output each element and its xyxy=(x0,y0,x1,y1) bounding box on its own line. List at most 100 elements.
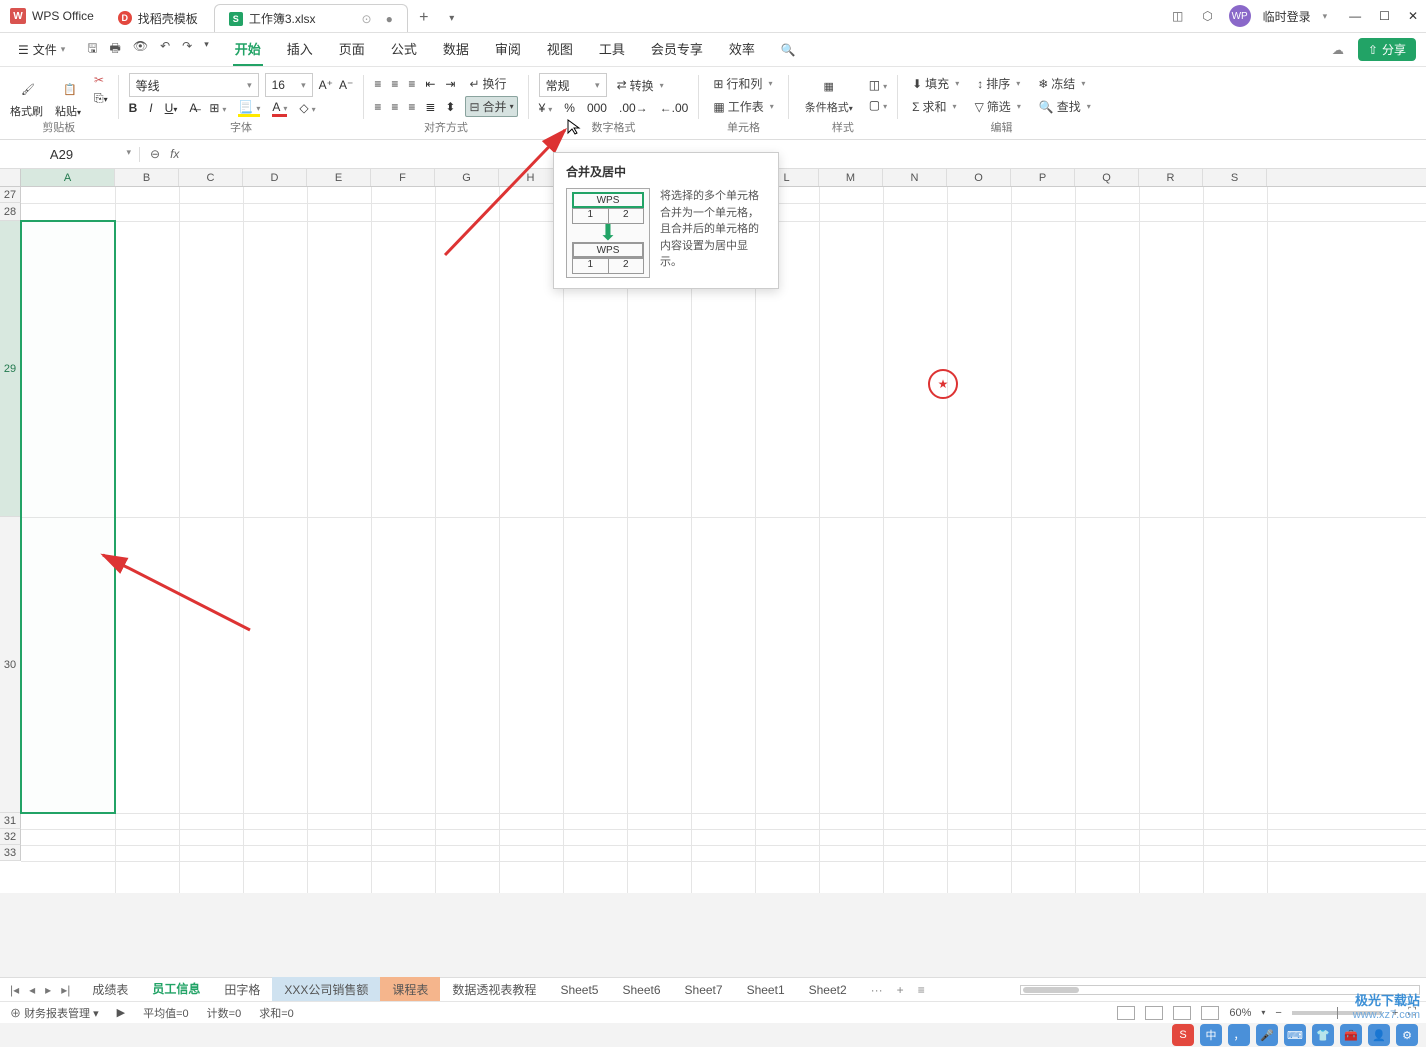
increase-font-icon[interactable]: A⁺ xyxy=(319,78,333,92)
filter-button[interactable]: ▽筛选 xyxy=(971,96,1025,117)
record-icon[interactable]: ▶ xyxy=(117,1006,125,1019)
row-header-28[interactable]: 28 xyxy=(0,203,21,221)
report-manager[interactable]: ⊕ 财务报表管理 ▾ xyxy=(10,1005,99,1021)
col-header-M[interactable]: M xyxy=(819,169,883,186)
row-header-30[interactable]: 30 xyxy=(0,517,21,813)
col-header-D[interactable]: D xyxy=(243,169,307,186)
fx-label[interactable]: fx xyxy=(170,147,179,161)
col-header-P[interactable]: P xyxy=(1011,169,1075,186)
rowcol-button[interactable]: ⊞行和列 xyxy=(709,73,776,94)
close-icon[interactable]: ✕ xyxy=(1408,9,1418,23)
ime-settings-icon[interactable]: ⚙ xyxy=(1396,1024,1418,1046)
cells-area[interactable] xyxy=(21,187,1426,893)
redo-icon[interactable]: ↷ xyxy=(182,39,192,60)
sheet-tab[interactable]: 成绩表 xyxy=(80,977,140,1002)
align-bottom-icon[interactable]: ≡ xyxy=(408,77,415,91)
clear-format-icon[interactable]: ◇ xyxy=(299,101,315,115)
ime-skin-icon[interactable]: 👕 xyxy=(1312,1024,1334,1046)
col-header-F[interactable]: F xyxy=(371,169,435,186)
tab-close-icon[interactable]: ● xyxy=(386,12,393,26)
col-header-N[interactable]: N xyxy=(883,169,947,186)
tab-tools[interactable]: 工具 xyxy=(597,33,627,66)
document-tab-active[interactable]: S 工作簿3.xlsx ⊙ ● xyxy=(214,4,408,32)
col-header-S[interactable]: S xyxy=(1203,169,1267,186)
zoom-value[interactable]: 60% xyxy=(1229,1007,1251,1019)
align-center-icon[interactable]: ≡ xyxy=(391,100,398,114)
row-header-33[interactable]: 33 xyxy=(0,845,21,861)
search-icon[interactable]: 🔍 xyxy=(781,43,796,57)
tab-insert[interactable]: 插入 xyxy=(285,33,315,66)
paste-button[interactable]: 📋 xyxy=(52,77,88,103)
tab-home[interactable]: 开始 xyxy=(233,33,263,66)
tab-menu-icon[interactable]: ⊙ xyxy=(362,12,372,26)
print-icon[interactable]: 🖶 xyxy=(110,39,121,60)
sheet-tab[interactable]: Sheet2 xyxy=(797,979,859,1001)
tab-view[interactable]: 视图 xyxy=(545,33,575,66)
wrap-text-button[interactable]: ↵换行 xyxy=(465,73,510,94)
col-header-B[interactable]: B xyxy=(115,169,179,186)
decrease-indent-icon[interactable]: ⇤ xyxy=(425,77,435,91)
tab-efficiency[interactable]: 效率 xyxy=(727,33,757,66)
percent-icon[interactable]: % xyxy=(564,101,575,115)
login-dropdown-icon[interactable]: ▾ xyxy=(1323,11,1328,22)
tab-dropdown[interactable]: ▾ xyxy=(438,4,466,32)
italic-icon[interactable]: I xyxy=(149,101,152,115)
sheet-list-icon[interactable]: ≡ xyxy=(918,983,925,997)
sheet-tab[interactable]: Sheet7 xyxy=(673,979,735,1001)
col-header-G[interactable]: G xyxy=(435,169,499,186)
align-left-icon[interactable]: ≡ xyxy=(374,100,381,114)
share-button[interactable]: ⇧ 分享 xyxy=(1358,38,1416,61)
name-box[interactable]: A29 xyxy=(0,147,140,162)
sheet-tab[interactable]: 田字格 xyxy=(212,977,272,1002)
next-sheet-icon[interactable]: ▸ xyxy=(45,983,51,997)
freeze-button[interactable]: ❄冻结 xyxy=(1034,73,1089,94)
number-format-select[interactable]: 常规 xyxy=(539,73,607,97)
sheet-tab[interactable]: 课程表 xyxy=(380,977,440,1002)
find-button[interactable]: 🔍查找 xyxy=(1035,96,1095,117)
increase-decimal-icon[interactable]: .00→ xyxy=(619,101,648,115)
align-middle-icon[interactable]: ≡ xyxy=(391,77,398,91)
font-name-select[interactable]: 等线 xyxy=(129,73,259,97)
fill-button[interactable]: ⬇填充 xyxy=(908,73,963,94)
format-painter-button[interactable]: 🖌 xyxy=(10,77,46,103)
merge-center-button[interactable]: ⊟合并▾ xyxy=(465,96,517,117)
sheet-tab[interactable]: XXX公司销售额 xyxy=(272,977,380,1002)
tab-formula[interactable]: 公式 xyxy=(389,33,419,66)
align-top-icon[interactable]: ≡ xyxy=(374,77,381,91)
ime-lang-icon[interactable]: 中 xyxy=(1200,1024,1222,1046)
ime-toolbox-icon[interactable]: 🧰 xyxy=(1340,1024,1362,1046)
tab-review[interactable]: 审阅 xyxy=(493,33,523,66)
undo-icon[interactable]: ↶ xyxy=(160,39,170,60)
add-tab-button[interactable]: + xyxy=(410,4,438,32)
strike-icon[interactable]: A̶ xyxy=(189,101,197,115)
row-header-32[interactable]: 32 xyxy=(0,829,21,845)
cut-icon[interactable]: ✂ xyxy=(94,73,108,87)
worksheet-button[interactable]: ▦工作表 xyxy=(709,96,777,117)
save-icon[interactable]: 🖫 xyxy=(87,39,97,60)
cloud-icon[interactable]: ☁ xyxy=(1332,43,1344,57)
sheet-tab[interactable]: Sheet5 xyxy=(548,979,610,1001)
sheet-tab-active[interactable]: 员工信息 xyxy=(140,976,212,1003)
login-label[interactable]: 临时登录 xyxy=(1263,8,1311,25)
prev-sheet-icon[interactable]: ◂ xyxy=(29,983,35,997)
cube-icon[interactable]: ⬡ xyxy=(1199,7,1217,25)
orientation-icon[interactable]: ⬍ xyxy=(445,100,455,114)
cell-style-icon[interactable]: ▢ xyxy=(869,98,887,112)
template-tab[interactable]: D 找稻壳模板 xyxy=(104,4,212,32)
col-header-C[interactable]: C xyxy=(179,169,243,186)
maximize-icon[interactable]: ☐ xyxy=(1379,9,1390,23)
cancel-formula-icon[interactable]: ⊖ xyxy=(150,147,160,161)
bold-icon[interactable]: B xyxy=(129,101,138,115)
add-sheet-icon[interactable]: + xyxy=(897,983,904,997)
preview-icon[interactable]: 👁 xyxy=(133,39,148,60)
font-color-icon[interactable]: A xyxy=(272,100,287,117)
justify-icon[interactable]: ≣ xyxy=(425,100,435,114)
tab-page[interactable]: 页面 xyxy=(337,33,367,66)
more-sheets-icon[interactable]: ··· xyxy=(871,983,883,997)
underline-icon[interactable]: U▾ xyxy=(165,101,178,115)
normal-view-icon[interactable] xyxy=(1117,1006,1135,1020)
ime-user-icon[interactable]: 👤 xyxy=(1368,1024,1390,1046)
sheet-tab[interactable]: Sheet6 xyxy=(610,979,672,1001)
col-header-A[interactable]: A xyxy=(21,169,115,186)
sogou-icon[interactable]: S xyxy=(1172,1024,1194,1046)
